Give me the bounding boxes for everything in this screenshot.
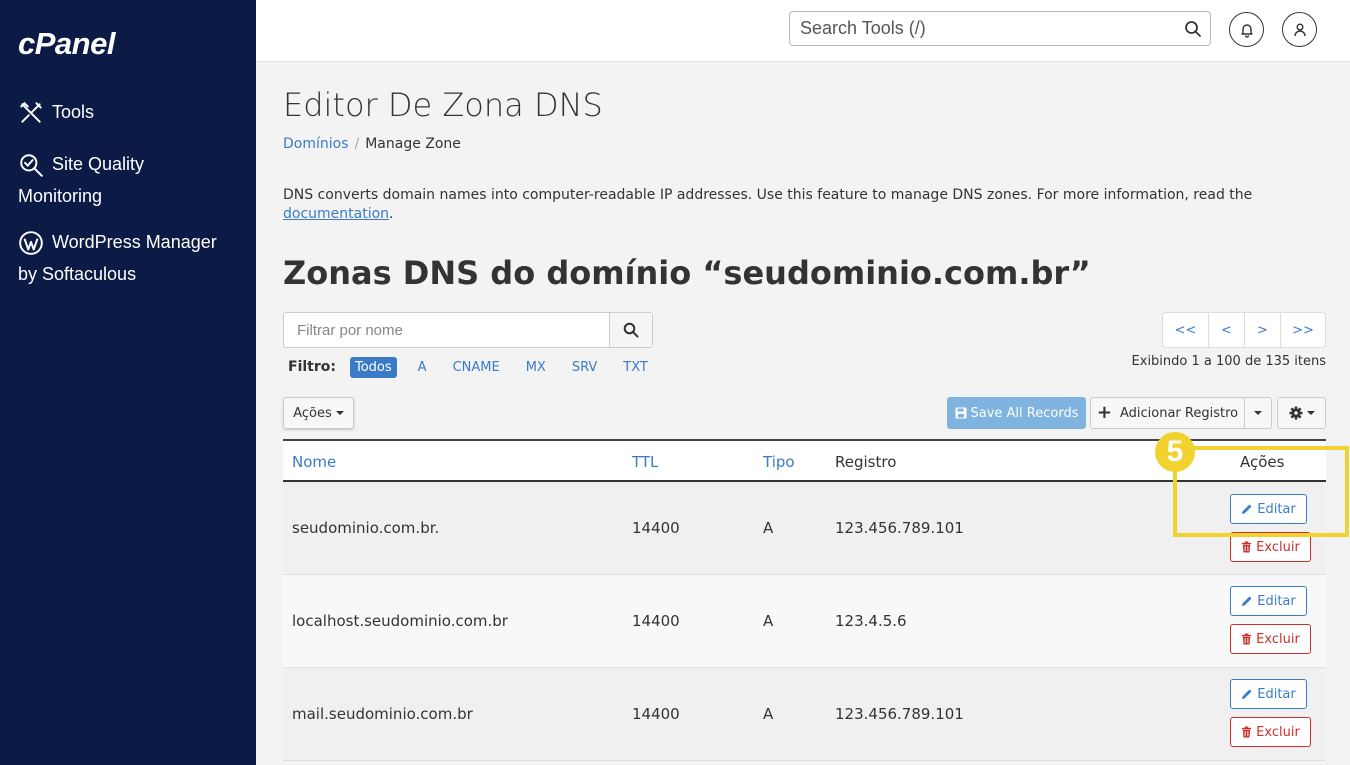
- record-name: localhost.seudominio.com.br: [292, 612, 508, 630]
- save-all-records-button[interactable]: Save All Records: [947, 397, 1086, 429]
- add-record-label: Adicionar Registro: [1119, 405, 1239, 421]
- dns-records-table: Nome TTL Tipo Registro Ações seudominio.…: [283, 439, 1326, 761]
- bell-icon: [1240, 23, 1253, 38]
- pager-last-button[interactable]: >>: [1280, 313, 1325, 347]
- add-record-dropdown-toggle[interactable]: [1244, 397, 1272, 429]
- delete-label: Excluir: [1256, 539, 1300, 555]
- pagination: << < > >>: [1162, 312, 1326, 348]
- record-name: mail.seudominio.com.br: [292, 705, 473, 723]
- description-end: .: [389, 206, 394, 222]
- filter-type-row: Filtro: Todos A CNAME MX SRV TXT: [288, 355, 669, 379]
- column-header-registro: Registro: [835, 453, 897, 471]
- record-ttl: 14400: [632, 612, 680, 630]
- record-type: A: [763, 519, 774, 537]
- breadcrumb-dominios-link[interactable]: Domínios: [283, 136, 349, 152]
- trash-icon: [1242, 541, 1252, 553]
- filter-chip-a[interactable]: A: [413, 357, 432, 378]
- sidebar-item-label: Monitoring: [18, 186, 103, 206]
- breadcrumb: Domínios / Manage Zone: [283, 136, 461, 152]
- search-input[interactable]: [790, 12, 1170, 45]
- record-type: A: [763, 612, 774, 630]
- save-all-records-label: Save All Records: [970, 405, 1079, 421]
- bulk-actions-dropdown[interactable]: Ações: [283, 397, 354, 429]
- pencil-icon: [1242, 689, 1252, 699]
- edit-label: Editar: [1257, 593, 1296, 609]
- record-ttl: 14400: [632, 705, 680, 723]
- wordpress-icon: [18, 230, 44, 256]
- highlight-box: [1173, 446, 1349, 537]
- documentation-link[interactable]: documentation: [283, 206, 389, 222]
- sidebar-item-label: Tools: [52, 102, 95, 122]
- breadcrumb-current: Manage Zone: [365, 136, 461, 152]
- breadcrumb-separator: /: [354, 136, 360, 152]
- pencil-icon: [1242, 596, 1252, 606]
- trash-icon: [1242, 633, 1252, 645]
- delete-label: Excluir: [1256, 631, 1300, 647]
- record-value: 123.456.789.101: [835, 519, 964, 537]
- edit-record-button[interactable]: Editar: [1230, 679, 1307, 709]
- column-header-nome[interactable]: Nome: [292, 453, 336, 471]
- caret-down-icon: [1306, 411, 1315, 415]
- pager-info: Exibindo 1 a 100 de 135 itens: [1131, 354, 1326, 369]
- tools-icon: [18, 100, 44, 126]
- sidebar-item-label: by Softaculous: [18, 264, 137, 284]
- delete-label: Excluir: [1256, 724, 1300, 740]
- section-title: Zonas DNS do domínio “seudominio.com.br”: [283, 254, 1091, 292]
- floppy-disk-icon: [955, 407, 966, 419]
- column-header-ttl[interactable]: TTL: [632, 453, 658, 471]
- sidebar-item-site-quality-monitoring[interactable]: Site Quality Monitoring: [18, 148, 248, 212]
- pager-next-button[interactable]: >: [1244, 313, 1280, 347]
- user-menu-button[interactable]: [1282, 12, 1317, 47]
- pager-prev-button[interactable]: <: [1208, 313, 1244, 347]
- search-icon[interactable]: [1184, 20, 1202, 38]
- filter-chip-txt[interactable]: TXT: [618, 357, 653, 378]
- filter-label: Filtro:: [288, 359, 336, 375]
- caret-down-icon: [335, 411, 344, 415]
- record-type: A: [763, 705, 774, 723]
- magnifier-check-icon: [18, 152, 44, 178]
- add-record-button[interactable]: + Adicionar Registro: [1090, 397, 1245, 429]
- sidebar-item-tools[interactable]: Tools: [18, 96, 94, 128]
- trash-icon: [1242, 726, 1252, 738]
- filter-chip-mx[interactable]: MX: [521, 357, 551, 378]
- sidebar: cPanel Tools Site Quality Monitoring Wor…: [0, 0, 256, 765]
- description-text: DNS converts domain names into computer-…: [283, 187, 1253, 203]
- filter-chip-todos[interactable]: Todos: [349, 356, 397, 378]
- record-value: 123.4.5.6: [835, 612, 907, 630]
- filter-chip-srv[interactable]: SRV: [567, 357, 602, 378]
- caret-down-icon: [1254, 411, 1262, 415]
- edit-label: Editar: [1257, 686, 1296, 702]
- gear-icon: [1288, 406, 1303, 420]
- sidebar-item-label: WordPress Manager: [52, 232, 217, 252]
- pager-first-button[interactable]: <<: [1163, 313, 1208, 347]
- table-row: seudominio.com.br. 14400 A 123.456.789.1…: [283, 482, 1326, 575]
- filter-input[interactable]: [284, 313, 610, 347]
- step-badge: 5: [1155, 432, 1195, 472]
- delete-record-button[interactable]: Excluir: [1230, 624, 1311, 654]
- search-tools: [789, 11, 1211, 46]
- page-title: Editor De Zona DNS: [283, 86, 603, 124]
- cpanel-logo[interactable]: cPanel: [18, 26, 115, 62]
- filter-search-button[interactable]: [609, 313, 652, 347]
- record-value: 123.456.789.101: [835, 705, 964, 723]
- delete-record-button[interactable]: Excluir: [1230, 717, 1311, 747]
- settings-dropdown[interactable]: [1277, 397, 1326, 429]
- record-ttl: 14400: [632, 519, 680, 537]
- edit-record-button[interactable]: Editar: [1230, 586, 1307, 616]
- table-row: mail.seudominio.com.br 14400 A 123.456.7…: [283, 668, 1326, 761]
- sidebar-item-wordpress-manager[interactable]: WordPress Manager by Softaculous: [18, 226, 248, 290]
- topbar: [256, 0, 1350, 62]
- filter-chip-cname[interactable]: CNAME: [448, 357, 505, 378]
- page-description: DNS converts domain names into computer-…: [283, 186, 1326, 224]
- bulk-actions-label: Ações: [293, 405, 332, 421]
- column-header-tipo[interactable]: Tipo: [763, 453, 795, 471]
- table-row: localhost.seudominio.com.br 14400 A 123.…: [283, 575, 1326, 668]
- record-name: seudominio.com.br.: [292, 519, 440, 537]
- plus-icon: +: [1096, 402, 1112, 423]
- notifications-button[interactable]: [1229, 12, 1264, 47]
- sidebar-item-label: Site Quality: [52, 154, 145, 174]
- filter-by-name: [283, 312, 653, 348]
- search-icon: [623, 322, 639, 338]
- user-icon: [1293, 23, 1306, 36]
